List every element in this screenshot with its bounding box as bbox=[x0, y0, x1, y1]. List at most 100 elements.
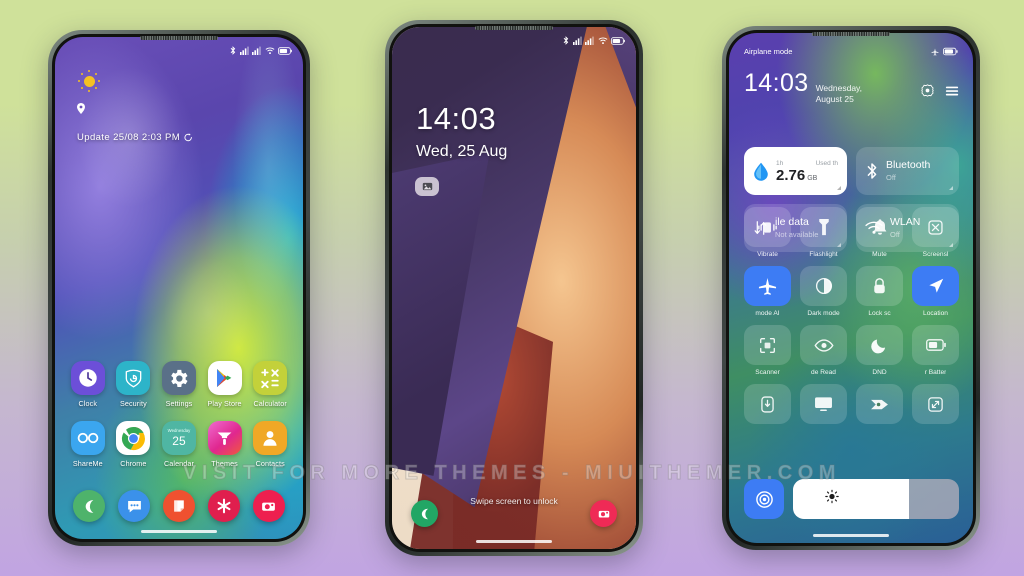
app-themes[interactable]: Themes bbox=[202, 421, 248, 468]
power-icon bbox=[744, 384, 791, 424]
signal-icon bbox=[572, 36, 582, 45]
toggle-expand[interactable] bbox=[912, 384, 959, 428]
header-clock-group: 14:03 Wednesday, August 25 bbox=[744, 71, 878, 106]
dock-item-messages[interactable] bbox=[112, 490, 157, 522]
chrome-icon bbox=[116, 421, 151, 455]
lockscreen-phone-button[interactable] bbox=[411, 500, 438, 527]
dock-item-notes[interactable] bbox=[157, 490, 202, 522]
lockscreen-camera-button[interactable] bbox=[590, 500, 617, 527]
data-usage-used-label: Used th bbox=[815, 159, 838, 167]
toggle-lock-screen[interactable]: Lock sc bbox=[856, 266, 903, 317]
battery-icon bbox=[611, 36, 625, 45]
signal-icon bbox=[239, 46, 249, 55]
signal-icon bbox=[252, 46, 261, 55]
calculator-icon bbox=[253, 361, 288, 395]
dock-item-gallery[interactable] bbox=[201, 490, 246, 522]
notes-icon bbox=[162, 490, 195, 522]
toggle-reading-mode[interactable]: de Read bbox=[800, 325, 847, 376]
ribbon-icon bbox=[856, 384, 903, 424]
water-drop-icon bbox=[754, 162, 768, 181]
toggle-vibrate[interactable]: Vibrate bbox=[744, 207, 791, 258]
phone2-screen[interactable]: 14:03 Wed, 25 Aug Swipe screen to unlock bbox=[392, 27, 636, 549]
phone-icon bbox=[421, 508, 428, 519]
location-arrow-icon bbox=[912, 266, 959, 306]
gear-icon bbox=[161, 361, 196, 395]
app-label: Calendar bbox=[164, 459, 194, 468]
app-calculator[interactable]: Calculator bbox=[247, 361, 293, 408]
expand-icon bbox=[912, 384, 959, 424]
settings-gear-icon[interactable] bbox=[921, 84, 934, 97]
app-label: Chrome bbox=[120, 459, 147, 468]
scanner-icon bbox=[744, 325, 791, 365]
app-label: Play Store bbox=[207, 399, 242, 408]
bluetooth-state: Off bbox=[886, 173, 896, 183]
lockscreen-time: 14:03 bbox=[416, 101, 497, 136]
toggle-label: Vibrate bbox=[757, 251, 778, 258]
location-pin-icon bbox=[77, 103, 85, 114]
app-contacts[interactable]: Contacts bbox=[247, 421, 293, 468]
card-bluetooth[interactable]: Bluetooth Off bbox=[856, 147, 959, 195]
app-play-store[interactable]: Play Store bbox=[202, 361, 248, 408]
earpiece-speaker-icon bbox=[812, 32, 890, 36]
app-chrome[interactable]: Chrome bbox=[111, 421, 157, 468]
second-space-button[interactable] bbox=[744, 479, 784, 519]
airplane-mode-status-text: Airplane mode bbox=[744, 47, 793, 56]
refresh-icon[interactable] bbox=[184, 133, 193, 142]
app-label: Contacts bbox=[255, 459, 285, 468]
clock-icon bbox=[70, 361, 105, 395]
control-center-panel: Airplane mode 14:03 Wednesday, August 25 bbox=[729, 33, 973, 543]
cast-icon bbox=[800, 384, 847, 424]
toggle-scanner[interactable]: Scanner bbox=[744, 325, 791, 376]
bluetooth-text: Bluetooth Off bbox=[886, 158, 931, 183]
status-right-icons bbox=[931, 47, 958, 56]
hamburger-menu-icon[interactable] bbox=[945, 85, 959, 97]
toggle-power[interactable] bbox=[744, 384, 791, 428]
dock-item-camera[interactable] bbox=[246, 490, 291, 522]
toggle-cast[interactable] bbox=[800, 384, 847, 428]
phone2-bezel: 14:03 Wed, 25 Aug Swipe screen to unlock bbox=[389, 24, 639, 552]
app-label: Themes bbox=[211, 459, 238, 468]
control-center-time: 14:03 bbox=[744, 69, 809, 97]
toggle-flashlight[interactable]: Flashlight bbox=[800, 207, 847, 258]
phone-icon bbox=[73, 490, 106, 522]
weather-widget[interactable]: Update 25/08 2:03 PM bbox=[77, 69, 193, 143]
bluetooth-title: Bluetooth bbox=[886, 158, 931, 171]
camera-icon bbox=[252, 490, 285, 522]
toggle-label: r Batter bbox=[924, 369, 947, 376]
toggle-label: de Read bbox=[811, 369, 836, 376]
app-grid: Clock Security Settings Play Store Calcu… bbox=[55, 361, 303, 468]
home-indicator bbox=[476, 539, 552, 543]
airplane-icon bbox=[931, 48, 939, 55]
toggle-dark-mode[interactable]: Dark mode bbox=[800, 266, 847, 317]
phone1-screen[interactable]: Update 25/08 2:03 PM Clock Security Sett… bbox=[55, 37, 303, 539]
app-settings[interactable]: Settings bbox=[156, 361, 202, 408]
app-shareme[interactable]: ShareMe bbox=[65, 421, 111, 468]
app-label: Security bbox=[120, 399, 147, 408]
phone-device-control-center: Airplane mode 14:03 Wednesday, August 25 bbox=[722, 26, 980, 550]
toggle-ribbon[interactable] bbox=[856, 384, 903, 428]
expand-corner-icon[interactable] bbox=[949, 186, 953, 190]
data-usage-value: 2.76 bbox=[776, 166, 806, 184]
dock-item-phone[interactable] bbox=[67, 490, 112, 522]
toggle-battery-saver[interactable]: r Batter bbox=[912, 325, 959, 376]
toggle-mute[interactable]: Mute bbox=[856, 207, 903, 258]
dark-mode-icon bbox=[800, 266, 847, 306]
control-center-header: 14:03 Wednesday, August 25 bbox=[744, 71, 959, 106]
toggle-airplane-mode[interactable]: mode AI bbox=[744, 266, 791, 317]
phone1-bezel: Update 25/08 2:03 PM Clock Security Sett… bbox=[52, 34, 306, 542]
lockscreen-photo-shortcut[interactable] bbox=[415, 177, 439, 196]
toggle-location[interactable]: Location bbox=[912, 266, 959, 317]
expand-corner-icon[interactable] bbox=[837, 186, 841, 190]
phone3-bezel: Airplane mode 14:03 Wednesday, August 25 bbox=[726, 30, 976, 546]
message-icon bbox=[118, 490, 151, 522]
app-calendar[interactable]: Wednesday 25 Calendar bbox=[156, 421, 202, 468]
phone3-screen[interactable]: Airplane mode 14:03 Wednesday, August 25 bbox=[729, 33, 973, 543]
card-data-usage[interactable]: 1h Used th 2.76 GB bbox=[744, 147, 847, 195]
brightness-slider[interactable] bbox=[793, 479, 959, 519]
toggle-label: Flashlight bbox=[809, 251, 838, 258]
app-security[interactable]: Security bbox=[111, 361, 157, 408]
app-clock[interactable]: Clock bbox=[65, 361, 111, 408]
photo-icon bbox=[422, 182, 432, 191]
toggle-screenshot[interactable]: Screensl bbox=[912, 207, 959, 258]
toggle-dnd[interactable]: DND bbox=[856, 325, 903, 376]
